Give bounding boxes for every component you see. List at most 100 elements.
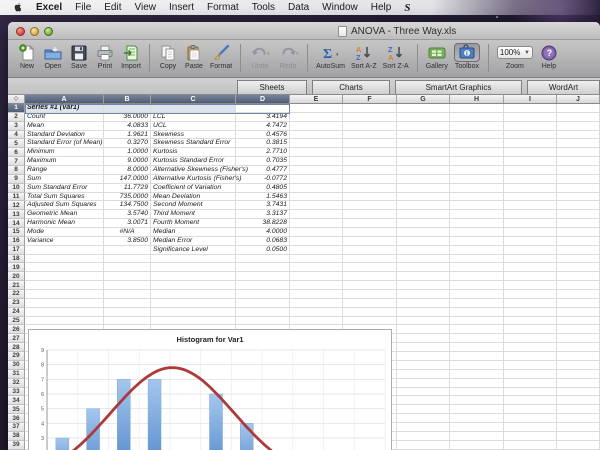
cell-H39[interactable] bbox=[450, 441, 504, 450]
cell-E13[interactable] bbox=[290, 210, 343, 219]
cell-B17[interactable] bbox=[104, 246, 151, 255]
cell-B20[interactable] bbox=[104, 272, 151, 281]
cell-I8[interactable] bbox=[504, 166, 557, 175]
cell-G24[interactable] bbox=[397, 308, 450, 317]
cell-E12[interactable] bbox=[290, 201, 343, 210]
column-header-B[interactable]: B bbox=[104, 95, 151, 104]
cell-A24[interactable] bbox=[25, 308, 104, 317]
cell-J22[interactable] bbox=[557, 290, 600, 299]
cell-C9[interactable]: Alternative Kurtosis (Fisher's) bbox=[151, 175, 236, 184]
cell-H12[interactable] bbox=[450, 201, 504, 210]
cell-A25[interactable] bbox=[25, 317, 104, 326]
cell-F8[interactable] bbox=[343, 166, 397, 175]
row-header-10[interactable]: 10 bbox=[8, 184, 25, 193]
redo-button[interactable]: ▾ Redo bbox=[274, 42, 302, 70]
cell-C25[interactable] bbox=[151, 317, 236, 326]
row-header-3[interactable]: 3 bbox=[8, 122, 25, 131]
row-header-9[interactable]: 9 bbox=[8, 175, 25, 184]
close-button[interactable] bbox=[16, 27, 25, 36]
cell-D16[interactable]: 0.0683 bbox=[236, 237, 290, 246]
cell-H1[interactable] bbox=[450, 104, 504, 113]
cell-G9[interactable] bbox=[397, 175, 450, 184]
cell-B3[interactable]: 4.0833 bbox=[104, 122, 151, 131]
cell-H28[interactable] bbox=[450, 343, 504, 352]
column-header-A[interactable]: A bbox=[25, 95, 104, 104]
menu-item-help[interactable]: Help bbox=[371, 0, 392, 15]
cell-E22[interactable] bbox=[290, 290, 343, 299]
cell-A15[interactable]: Mode bbox=[25, 228, 104, 237]
cell-A21[interactable] bbox=[25, 281, 104, 290]
sort-az-button[interactable]: AZ Sort A-Z bbox=[348, 42, 380, 70]
cell-I38[interactable] bbox=[504, 432, 557, 441]
cell-I32[interactable] bbox=[504, 379, 557, 388]
cell-F11[interactable] bbox=[343, 193, 397, 202]
cell-C8[interactable]: Alternative Skewness (Fisher's) bbox=[151, 166, 236, 175]
cell-A4[interactable]: Standard Deviation bbox=[25, 131, 104, 140]
cell-C14[interactable]: Fourth Moment bbox=[151, 219, 236, 228]
cell-I22[interactable] bbox=[504, 290, 557, 299]
row-header-14[interactable]: 14 bbox=[8, 219, 25, 228]
cell-E5[interactable] bbox=[290, 139, 343, 148]
cell-A9[interactable]: Sum bbox=[25, 175, 104, 184]
cell-C19[interactable] bbox=[151, 263, 236, 272]
cell-B10[interactable]: 11.7729 bbox=[104, 184, 151, 193]
cell-H37[interactable] bbox=[450, 423, 504, 432]
cell-E18[interactable] bbox=[290, 255, 343, 264]
cell-D3[interactable]: 4.7472 bbox=[236, 122, 290, 131]
cell-H34[interactable] bbox=[450, 396, 504, 405]
cell-A19[interactable] bbox=[25, 263, 104, 272]
cell-B4[interactable]: 1.9621 bbox=[104, 131, 151, 140]
cell-G7[interactable] bbox=[397, 157, 450, 166]
cell-G34[interactable] bbox=[397, 396, 450, 405]
cell-E21[interactable] bbox=[290, 281, 343, 290]
cell-J26[interactable] bbox=[557, 325, 600, 334]
zoom-control[interactable]: 100%▼ Zoom bbox=[494, 42, 536, 70]
cell-H10[interactable] bbox=[450, 184, 504, 193]
cell-H15[interactable] bbox=[450, 228, 504, 237]
cell-F24[interactable] bbox=[343, 308, 397, 317]
cell-F6[interactable] bbox=[343, 148, 397, 157]
cell-C2[interactable]: LCL bbox=[151, 113, 236, 122]
cell-I17[interactable] bbox=[504, 246, 557, 255]
cell-C21[interactable] bbox=[151, 281, 236, 290]
cell-A11[interactable]: Total Sum Squares bbox=[25, 193, 104, 202]
column-header-E[interactable]: E bbox=[290, 95, 343, 104]
cell-C20[interactable] bbox=[151, 272, 236, 281]
column-header-D[interactable]: D bbox=[236, 95, 290, 104]
cell-B14[interactable]: 3.0071 bbox=[104, 219, 151, 228]
cell-C1[interactable] bbox=[151, 104, 236, 113]
cell-F2[interactable] bbox=[343, 113, 397, 122]
cell-I28[interactable] bbox=[504, 343, 557, 352]
cell-C11[interactable]: Mean Deviation bbox=[151, 193, 236, 202]
cell-B5[interactable]: 0.3270 bbox=[104, 139, 151, 148]
cell-F13[interactable] bbox=[343, 210, 397, 219]
cell-H17[interactable] bbox=[450, 246, 504, 255]
cell-C4[interactable]: Skewness bbox=[151, 131, 236, 140]
cell-D4[interactable]: 0.4576 bbox=[236, 131, 290, 140]
cell-J16[interactable] bbox=[557, 237, 600, 246]
cell-B15[interactable]: #N/A bbox=[104, 228, 151, 237]
cell-E25[interactable] bbox=[290, 317, 343, 326]
menu-item-excel[interactable]: Excel bbox=[36, 0, 62, 15]
cell-D10[interactable]: 0.4805 bbox=[236, 184, 290, 193]
row-header-2[interactable]: 2 bbox=[8, 113, 25, 122]
gallery-button[interactable]: Gallery bbox=[423, 42, 451, 70]
cell-A1[interactable]: Series #1 (Var1) bbox=[25, 104, 104, 113]
apple-menu-icon[interactable] bbox=[12, 2, 23, 13]
menu-item-edit[interactable]: Edit bbox=[104, 0, 121, 15]
row-header-22[interactable]: 22 bbox=[8, 290, 25, 299]
cell-C3[interactable]: UCL bbox=[151, 122, 236, 131]
histogram-chart[interactable]: Histogram for Var10123456789123456789101… bbox=[28, 329, 392, 450]
cell-J33[interactable] bbox=[557, 388, 600, 397]
cell-D20[interactable] bbox=[236, 272, 290, 281]
cell-E23[interactable] bbox=[290, 299, 343, 308]
cell-J1[interactable] bbox=[557, 104, 600, 113]
cell-F3[interactable] bbox=[343, 122, 397, 131]
cell-I24[interactable] bbox=[504, 308, 557, 317]
cell-I30[interactable] bbox=[504, 361, 557, 370]
cell-F9[interactable] bbox=[343, 175, 397, 184]
cell-H13[interactable] bbox=[450, 210, 504, 219]
cell-J24[interactable] bbox=[557, 308, 600, 317]
row-header-15[interactable]: 15 bbox=[8, 228, 25, 237]
cell-G37[interactable] bbox=[397, 423, 450, 432]
